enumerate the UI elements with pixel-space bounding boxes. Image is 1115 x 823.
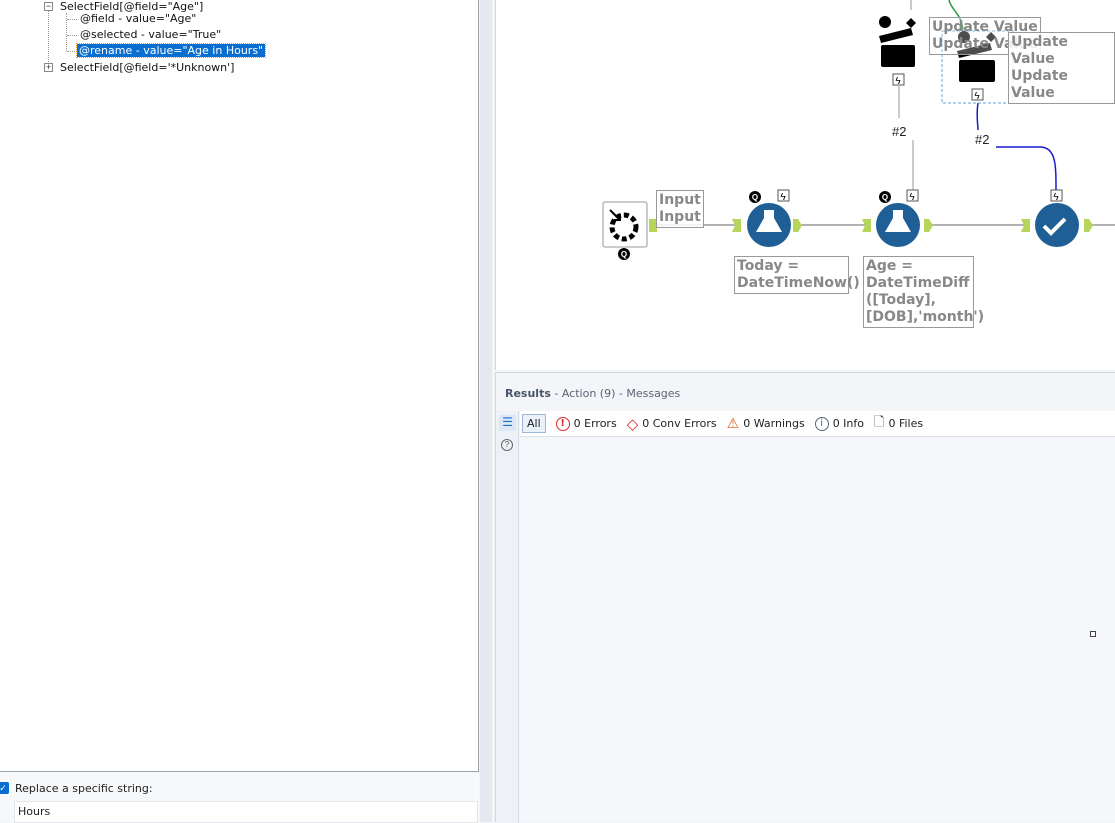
results-filter-toolbar: All ! 0 Errors ◇ 0 Conv Errors ⚠ 0 Warnings… (520, 411, 1115, 437)
collapse-toggle[interactable]: − (44, 2, 53, 11)
tree-node-selected[interactable]: @selected - value="True" (80, 28, 221, 41)
svg-text:ϟ: ϟ (780, 192, 786, 203)
error-icon: ! (555, 416, 570, 431)
conv-error-icon: ◇ (626, 414, 639, 433)
tree-line (67, 19, 77, 20)
help-icon[interactable]: ? (501, 439, 513, 451)
tree-line (67, 35, 77, 36)
clapperboard-icon: ϟ (879, 16, 916, 87)
info-icon: i (814, 416, 829, 431)
formula2-annotation: Age = DateTimeDiff ([Today], [DOB],'mont… (863, 256, 984, 328)
replace-string-input[interactable]: Hours (14, 801, 478, 823)
connection-line (976, 102, 979, 131)
replace-options: ✓ Replace a specific string: Hours (0, 772, 479, 823)
svg-text:Q: Q (621, 250, 627, 259)
update2-annotation: Update Value Update Value (1008, 32, 1115, 104)
results-sidebar: ☰ ? (496, 411, 519, 823)
filter-all-button[interactable]: All (522, 414, 546, 433)
filter-info[interactable]: i0 Info (814, 416, 864, 431)
input-tool-icon: Q (602, 201, 648, 260)
connection-label: #2 (975, 132, 990, 147)
check-tool-icon: ϟ (1035, 189, 1079, 247)
panel-splitter[interactable] (480, 0, 492, 822)
formula-tool-icon: Qϟ (876, 189, 920, 247)
filter-errors[interactable]: ! 0 Errors (555, 416, 617, 431)
filter-warnings[interactable]: ⚠ 0 Warnings (727, 416, 805, 432)
svg-text:Q: Q (882, 193, 888, 202)
results-title: Results - Action (9) - Messages (505, 387, 681, 400)
input-annotation: Input Input (656, 190, 704, 228)
connection-label: #2 (892, 124, 907, 139)
tree-node-rename-selected[interactable]: @rename - value="Age in Hours" (75, 43, 267, 58)
tree-node-selectfield-unknown[interactable]: SelectField[@field='*Unknown'] (60, 61, 234, 74)
svg-text:ϟ: ϟ (895, 76, 901, 87)
filter-conv-errors[interactable]: ◇ 0 Conv Errors (627, 415, 717, 433)
list-view-icon[interactable]: ☰ (499, 415, 516, 431)
connection-line (996, 146, 1057, 191)
warning-icon: ⚠ (726, 415, 740, 432)
file-icon: 🗋 (874, 414, 885, 430)
svg-text:Q: Q (752, 193, 758, 202)
expand-toggle[interactable]: + (44, 63, 53, 72)
replace-label: Replace a specific string: (15, 782, 153, 795)
messages-area (520, 438, 1115, 820)
svg-text:ϟ: ϟ (974, 91, 980, 102)
tree-line (67, 51, 77, 52)
formula1-annotation: Today = DateTimeNow() (734, 256, 860, 294)
svg-text:ϟ: ϟ (909, 192, 915, 203)
results-panel: Results - Action (9) - Messages ☰ ? All … (495, 372, 1115, 823)
cursor-marker (1090, 631, 1096, 637)
formula-tool-icon: Qϟ (747, 189, 791, 247)
tree-node-field[interactable]: @field - value="Age" (80, 12, 196, 25)
xml-tree-panel[interactable]: − SelectField[@field="Age"] @field - val… (0, 0, 479, 772)
svg-text:ϟ: ϟ (1053, 192, 1059, 203)
tree-line (48, 11, 49, 64)
workflow-canvas[interactable]: Q Qϟ Qϟ ϟ ϟ ϟ #2 #2 Input Input Today = D… (495, 0, 1115, 370)
filter-files[interactable]: 🗋 0 Files (874, 413, 923, 435)
replace-checkbox[interactable]: ✓ (0, 782, 9, 794)
